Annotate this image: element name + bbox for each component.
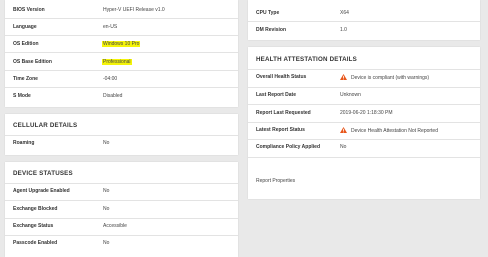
- hardware-details-card: CPU Type X64 DM Revision 1.0: [248, 0, 480, 40]
- warning-icon: [340, 127, 347, 133]
- detail-row-os-base-edition: OS Base Edition Professional: [5, 59, 238, 70]
- detail-value: Disabled: [103, 93, 123, 99]
- detail-value: en-US: [103, 24, 118, 30]
- detail-label: BIOS Version: [13, 7, 45, 13]
- detail-value: Device is compliant (with warnings): [340, 74, 429, 81]
- divider: [248, 157, 480, 158]
- detail-value: No: [103, 140, 110, 146]
- detail-label: S Mode: [13, 93, 31, 99]
- detail-label: Last Report Date: [256, 92, 297, 98]
- detail-value: No: [340, 144, 347, 150]
- warning-icon: [340, 74, 347, 80]
- divider: [5, 200, 238, 201]
- detail-row-latest-report-status: Latest Report Status Device Health Attes…: [248, 127, 480, 138]
- divider: [5, 70, 238, 71]
- detail-label: Roaming: [13, 140, 35, 146]
- detail-row-passcode-enabled: Passcode Enabled No: [5, 240, 238, 251]
- detail-row-os-edition: OS Edition Windows 10 Pro: [5, 41, 238, 52]
- divider: [5, 235, 238, 236]
- detail-row-agent-upgrade: Agent Upgrade Enabled No: [5, 188, 238, 199]
- divider: [248, 104, 480, 105]
- divider: [5, 183, 238, 184]
- detail-label: Report Last Requested: [256, 110, 311, 116]
- divider: [248, 122, 480, 123]
- detail-value-highlighted: Professional: [102, 59, 132, 65]
- detail-label: DM Revision: [256, 27, 287, 33]
- detail-value: Device Health Attestation Not Reported: [340, 127, 438, 134]
- detail-label: Latest Report Status: [256, 127, 305, 133]
- detail-label: OS Base Edition: [13, 59, 52, 65]
- detail-label: OS Edition: [13, 41, 39, 47]
- detail-label: Agent Upgrade Enabled: [13, 188, 70, 194]
- detail-value: No: [103, 240, 110, 246]
- divider: [5, 18, 238, 19]
- report-status-text: Device Health Attestation Not Reported: [351, 128, 438, 134]
- divider: [5, 218, 238, 219]
- detail-row-cpu-type: CPU Type X64: [248, 10, 480, 21]
- detail-value: Hyper-V UEFI Release v1.0: [103, 7, 165, 13]
- detail-label: Time Zone: [13, 76, 38, 82]
- divider: [5, 87, 238, 88]
- detail-label: Exchange Blocked: [13, 206, 58, 212]
- detail-value: No: [103, 206, 110, 212]
- divider: [5, 135, 238, 136]
- detail-row-bios-version: BIOS Version Hyper-V UEFI Release v1.0: [5, 7, 238, 18]
- divider: [5, 52, 238, 53]
- detail-row-s-mode: S Mode Disabled: [5, 93, 238, 104]
- device-statuses-card: DEVICE STATUSES Agent Upgrade Enabled No…: [5, 162, 238, 257]
- card-title: HEALTH ATTESTATION DETAILS: [256, 56, 357, 63]
- detail-row-time-zone: Time Zone -04:00: [5, 76, 238, 87]
- health-attestation-card: HEALTH ATTESTATION DETAILS Overall Healt…: [248, 47, 480, 199]
- detail-value: 2019-06-20 1:18:30 PM: [340, 110, 393, 116]
- detail-value: Unknown: [340, 92, 361, 98]
- detail-row-exchange-blocked: Exchange Blocked No: [5, 206, 238, 217]
- card-title: DEVICE STATUSES: [13, 170, 73, 177]
- report-properties-label[interactable]: Report Properties: [256, 178, 295, 184]
- divider: [248, 139, 480, 140]
- detail-value-highlighted: Windows 10 Pro: [102, 41, 141, 47]
- detail-row-language: Language en-US: [5, 24, 238, 35]
- detail-row-report-last-requested: Report Last Requested 2019-06-20 1:18:30…: [248, 110, 480, 121]
- detail-row-exchange-status: Exchange Status Accessible: [5, 223, 238, 234]
- detail-value: Accessible: [103, 223, 127, 229]
- detail-value: X64: [340, 10, 349, 16]
- cellular-details-card: CELLULAR DETAILS Roaming No: [5, 114, 238, 155]
- divider: [248, 69, 480, 70]
- report-properties-link[interactable]: Report Properties: [248, 178, 480, 189]
- detail-row-overall-health: Overall Health Status Device is complian…: [248, 74, 480, 85]
- divider: [248, 21, 480, 22]
- health-status-text: Device is compliant (with warnings): [351, 75, 430, 81]
- detail-label: Compliance Policy Applied: [256, 144, 320, 150]
- detail-label: Language: [13, 24, 37, 30]
- divider: [5, 35, 238, 36]
- detail-value: -04:00: [103, 76, 118, 82]
- detail-row-compliance-policy: Compliance Policy Applied No: [248, 144, 480, 155]
- detail-label: CPU Type: [256, 10, 280, 16]
- detail-row-dm-revision: DM Revision 1.0: [248, 27, 480, 38]
- card-title: CELLULAR DETAILS: [13, 122, 78, 129]
- detail-row-roaming: Roaming No: [5, 140, 238, 151]
- divider: [248, 87, 480, 88]
- detail-label: Passcode Enabled: [13, 240, 58, 246]
- detail-label: Overall Health Status: [256, 74, 307, 80]
- detail-value: No: [103, 188, 110, 194]
- detail-row-last-report-date: Last Report Date Unknown: [248, 92, 480, 103]
- detail-label: Exchange Status: [13, 223, 54, 229]
- system-details-card: BIOS Version Hyper-V UEFI Release v1.0 L…: [5, 0, 238, 107]
- detail-value: 1.0: [340, 27, 347, 33]
